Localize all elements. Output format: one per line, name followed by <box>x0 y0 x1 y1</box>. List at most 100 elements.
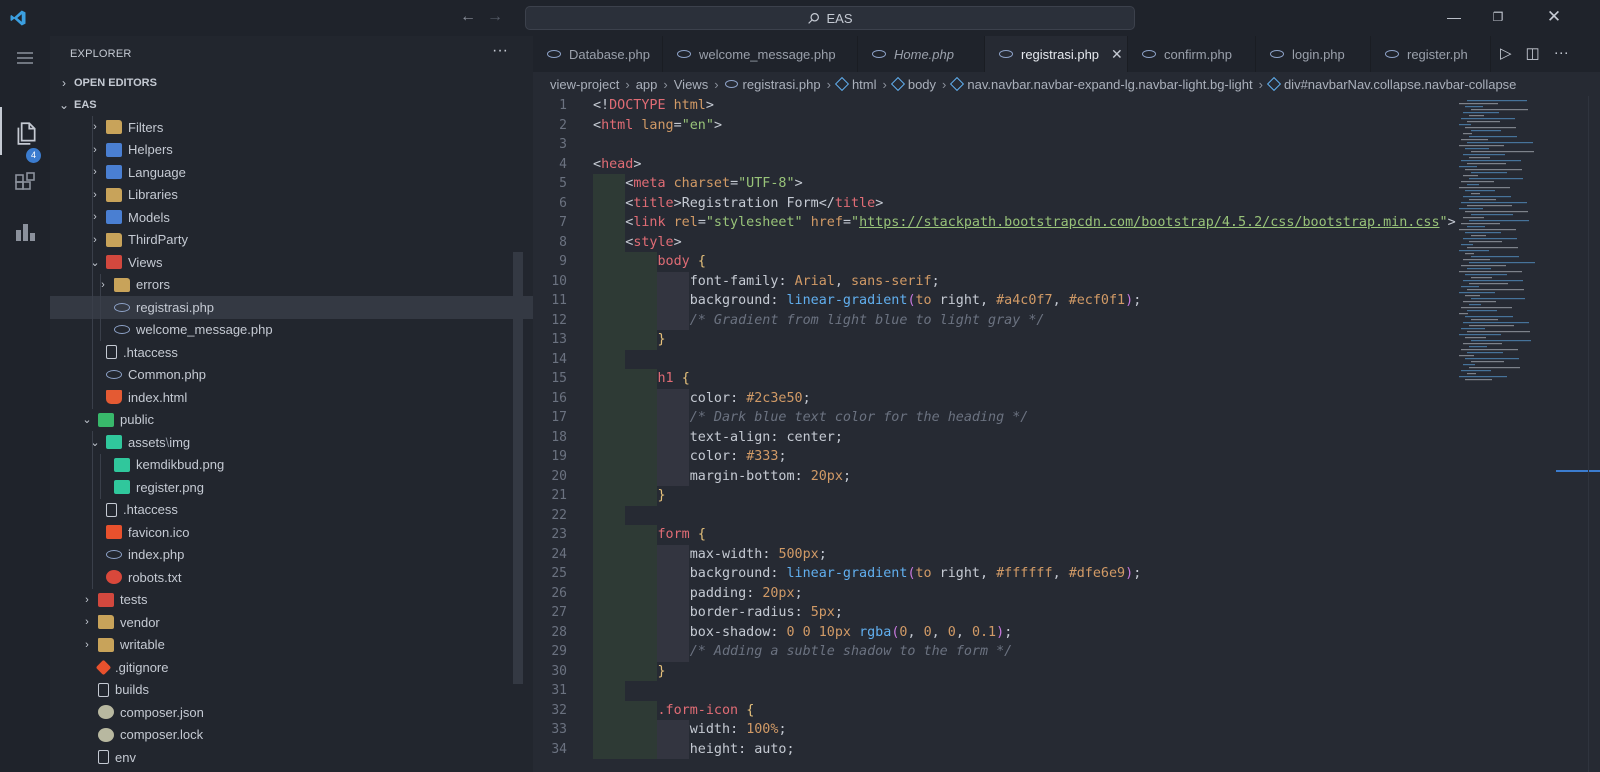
minimap-line <box>1465 274 1507 276</box>
tree-item-label: Filters <box>128 119 164 135</box>
tree-file[interactable]: composer.json <box>50 701 533 724</box>
code-line: 15 h1 { <box>533 369 1600 389</box>
line-number: 31 <box>551 683 567 698</box>
code-line: 26 padding: 20px; <box>533 583 1600 603</box>
sidebar-scrollbar[interactable] <box>513 252 523 684</box>
tree-item-label: public <box>120 412 154 428</box>
more-icon[interactable]: ··· <box>1554 44 1569 62</box>
minimap-line <box>1461 139 1488 141</box>
editor-tab[interactable]: registrasi.php ✕ <box>985 36 1128 72</box>
tree-file[interactable]: register.png <box>50 476 533 499</box>
code-text: background: linear-gradient(to right, #a… <box>689 293 1142 308</box>
tree-file[interactable]: registrasi.php <box>50 296 533 319</box>
tree-file[interactable]: favicon.ico <box>50 521 533 544</box>
editor-tab[interactable]: welcome_message.php <box>663 36 858 72</box>
split-editor-icon[interactable]: ◫ <box>1526 44 1540 62</box>
composer-icon <box>98 705 114 720</box>
line-number: 6 <box>559 195 567 211</box>
code-line: 5 <meta charset="UTF-8"> <box>533 174 1600 194</box>
tree-folder[interactable]: › Libraries <box>50 183 533 206</box>
open-editors-header[interactable]: › OPEN EDITORS <box>50 72 533 94</box>
tree-folder[interactable]: › Helpers <box>50 138 533 161</box>
tree-file[interactable]: .htaccess <box>50 498 533 521</box>
forward-arrow-icon[interactable]: → <box>487 8 503 26</box>
code-line: 21 } <box>533 486 1600 506</box>
indent-guide <box>92 183 93 206</box>
tree-file[interactable]: kemdikbud.png <box>50 453 533 476</box>
editor-tab[interactable]: Home.php <box>858 36 985 72</box>
tree-file[interactable]: builds <box>50 679 533 702</box>
code-text: background: linear-gradient(to right, #f… <box>689 566 1142 581</box>
minimap-line <box>1459 124 1471 126</box>
minimap-line <box>1471 361 1504 363</box>
vscode-logo-icon[interactable] <box>9 9 27 27</box>
close-tab-icon[interactable]: ✕ <box>1111 46 1123 63</box>
code-text: <meta charset="UTF-8"> <box>625 176 803 191</box>
tree-folder[interactable]: › writable <box>50 634 533 657</box>
command-center-search[interactable]: EAS <box>525 6 1135 30</box>
editor-tab[interactable]: confirm.php <box>1128 36 1256 72</box>
run-icon[interactable]: ▷ <box>1500 44 1512 62</box>
close-window-icon[interactable]: ✕ <box>1546 8 1562 25</box>
code-text: } <box>657 332 666 347</box>
menu-icon[interactable] <box>13 46 37 70</box>
breadcrumb-item[interactable]: body <box>908 77 936 92</box>
tree-file[interactable]: env <box>50 746 533 769</box>
editor-tab[interactable]: Database.php <box>533 36 663 72</box>
tree-file[interactable]: index.html <box>50 386 533 409</box>
breadcrumb-item[interactable]: div#navbarNav.collapse.navbar-collapse <box>1284 77 1516 92</box>
indent-guide <box>92 363 93 386</box>
minimap-line <box>1461 202 1527 204</box>
code-line: 1 <!DOCTYPE html> <box>533 96 1600 116</box>
tree-folder[interactable]: ⌄ assets \ img <box>50 431 533 454</box>
tree-file[interactable]: .gitignore <box>50 656 533 679</box>
tree-folder[interactable]: ⌄ public <box>50 409 533 432</box>
breadcrumb-item[interactable]: app <box>636 77 658 92</box>
breadcrumb-item[interactable]: nav.navbar.navbar-expand-lg.navbar-light… <box>967 77 1252 92</box>
breadcrumb: view-project › app › Views › registrasi.php › ht… <box>533 72 1600 96</box>
indent-guide <box>92 453 93 476</box>
tree-file[interactable]: .htaccess <box>50 341 533 364</box>
minimap[interactable] <box>1455 96 1555 396</box>
tree-file[interactable]: Common.php <box>50 363 533 386</box>
tree-file[interactable]: robots.txt <box>50 566 533 589</box>
php-icon <box>724 80 738 88</box>
minimap-line <box>1463 196 1511 198</box>
tree-folder[interactable]: ⌄ Views <box>50 251 533 274</box>
chevron-right-icon: › <box>93 166 97 179</box>
analytics-icon[interactable] <box>13 220 37 244</box>
tree-folder[interactable]: › Models <box>50 206 533 229</box>
breadcrumb-item[interactable]: view-project <box>550 77 619 92</box>
editor-tab[interactable]: login.php <box>1256 36 1371 72</box>
breadcrumb-separator: › <box>625 76 630 92</box>
project-header[interactable]: ⌄ EAS <box>50 94 533 116</box>
line-number: 9 <box>559 254 567 269</box>
tree-file[interactable]: composer.lock <box>50 724 533 747</box>
more-actions-icon[interactable]: ··· <box>492 42 508 60</box>
editor-tab[interactable]: register.ph <box>1371 36 1491 72</box>
code-text: text-align: center; <box>689 429 843 445</box>
breadcrumb-item[interactable]: registrasi.php <box>743 77 821 92</box>
minimap-line <box>1463 343 1502 345</box>
back-arrow-icon[interactable]: ← <box>460 8 476 26</box>
title-bar: ← → EAS — ❐ ✕ <box>0 0 1600 36</box>
tree-folder[interactable]: › errors <box>50 273 533 296</box>
extensions-icon[interactable] <box>13 171 37 195</box>
breadcrumb-item[interactable]: html <box>852 77 877 92</box>
tree-folder[interactable]: › Filters <box>50 116 533 139</box>
code-editor[interactable]: 1 <!DOCTYPE html> 2 <html lang="en"> 3 4 <head… <box>533 96 1600 772</box>
tree-folder[interactable]: › tests <box>50 589 533 612</box>
tree-file[interactable]: welcome_message.php <box>50 318 533 341</box>
tree-folder[interactable]: › vendor <box>50 611 533 634</box>
minimap-line <box>1465 379 1492 381</box>
tree-folder[interactable]: › Language <box>50 161 533 184</box>
breadcrumb-item[interactable]: Views <box>674 77 708 92</box>
editor-scrollbar[interactable] <box>1588 96 1600 772</box>
code-line: 4 <head> <box>533 155 1600 175</box>
element-icon <box>950 76 965 92</box>
minimize-icon[interactable]: — <box>1446 9 1462 25</box>
tree-folder[interactable]: › ThirdParty <box>50 228 533 251</box>
explorer-files-icon[interactable] <box>13 120 39 146</box>
restore-icon[interactable]: ❐ <box>1490 9 1506 25</box>
tree-file[interactable]: index.php <box>50 543 533 566</box>
